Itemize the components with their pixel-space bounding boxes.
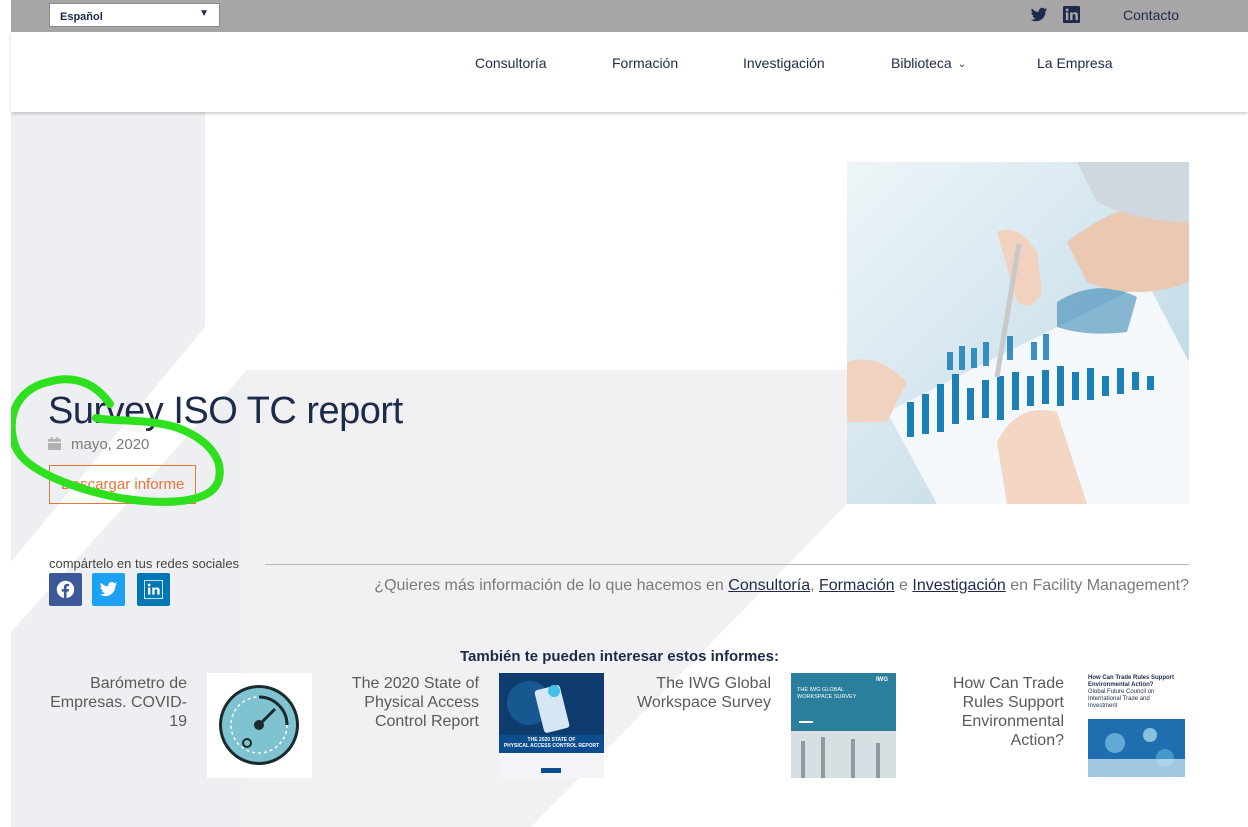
linkedin-icon [144,580,163,599]
nav-item-label: Biblioteca [891,55,952,71]
contact-link[interactable]: Contacto [1123,7,1179,23]
report-cover-icon [499,673,604,778]
publish-date: mayo, 2020 [48,436,149,453]
main-content: Survey ISO TC report mayo, 2020 Descarga… [11,112,1248,827]
chevron-down-icon: ▼ [199,8,209,19]
info-suffix: en Facility Management? [1010,577,1189,594]
nav-item-consultoria[interactable]: Consultoría [475,55,547,71]
thumbnail-caption: THE 2020 STATE OF PHYSICAL ACCESS CONTRO… [499,737,604,749]
thumbnail-caption: THE IWG GLOBAL WORKSPACE SURVEY [797,687,856,701]
related-card-title[interactable]: How Can Trade Rules Support Environmenta… [911,674,1064,750]
divider [265,564,1189,565]
thumbnail-caption-line: THE IWG GLOBAL [797,687,845,693]
twitter-icon[interactable] [1030,6,1048,24]
related-card-thumbnail[interactable] [207,673,312,778]
more-info-text: ¿Quieres más información de lo que hacem… [374,577,1189,595]
nav-item-biblioteca[interactable]: Biblioteca ⌄ [891,55,966,71]
info-separator: e [899,577,908,594]
thumbnail-caption-line: WORKSPACE SURVEY [797,694,857,700]
info-separator: , [810,577,815,594]
language-select[interactable]: Español ▼ [49,3,220,27]
nav-item-label: Investigación [743,55,825,71]
related-card-thumbnail[interactable]: THE 2020 STATE OF PHYSICAL ACCESS CONTRO… [499,673,604,778]
nav-item-label: Consultoría [475,55,547,71]
language-select-value: Español [60,11,103,23]
share-linkedin-button[interactable] [137,573,170,606]
nav-item-la-empresa[interactable]: La Empresa [1037,55,1112,71]
thumbnail-brand: IWG [876,677,888,683]
share-twitter-button[interactable] [92,573,125,606]
info-prefix: ¿Quieres más información de lo que hacem… [374,577,724,594]
link-consultoria[interactable]: Consultoría [728,577,810,594]
share-facebook-button[interactable] [49,573,82,606]
related-card-title[interactable]: The IWG Global Workspace Survey [623,674,771,712]
linkedin-icon[interactable] [1063,6,1081,24]
calendar-icon [48,437,61,450]
related-card-thumbnail[interactable]: How Can Trade Rules Support Environmenta… [1085,673,1190,778]
related-card-thumbnail[interactable]: THE IWG GLOBAL WORKSPACE SURVEY IWG [791,673,896,778]
nav-item-label: Formación [612,55,679,71]
chevron-down-icon: ⌄ [957,59,967,70]
thumbnail-caption-line: PHYSICAL ACCESS CONTROL REPORT [503,743,600,749]
link-formacion[interactable]: Formación [819,577,895,594]
top-bar: Español ▼ Contacto [11,0,1248,32]
gauge-icon [219,685,299,765]
nav-item-formacion[interactable]: Formación [612,55,678,71]
related-card-title[interactable]: Barómetro de Empresas. COVID-19 [41,674,187,731]
report-cover-icon [1088,719,1185,777]
download-report-button[interactable]: Descargar informe [49,465,196,504]
main-nav: Consultoría Formación Investigación Bibl… [11,32,1248,112]
facebook-icon [56,580,75,599]
share-label: compártelo en tus redes sociales [49,556,240,571]
related-card-title[interactable]: The 2020 State of Physical Access Contro… [329,674,479,731]
hero-image [847,162,1189,504]
twitter-icon [99,581,118,597]
nav-item-investigacion[interactable]: Investigación [743,55,825,71]
nav-item-label: La Empresa [1037,55,1113,71]
date-text: mayo, 2020 [71,436,150,453]
link-investigacion[interactable]: Investigación [912,577,1005,594]
page-title: Survey ISO TC report [48,390,403,432]
related-reports-title: También te pueden interesar estos inform… [460,648,779,665]
